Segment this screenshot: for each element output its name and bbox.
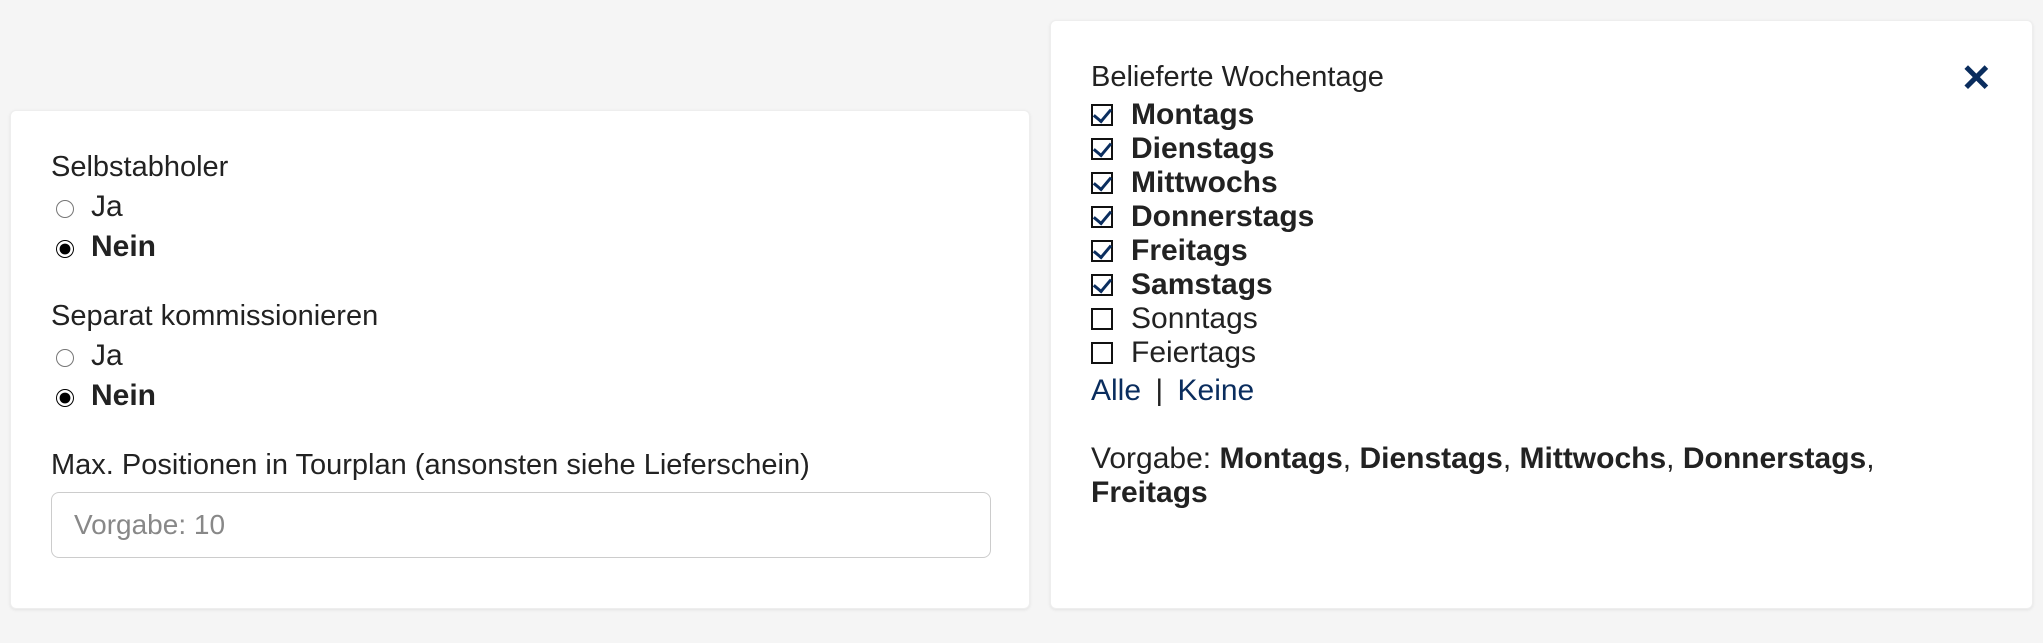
delivery-days-card: Belieferte Wochentage Montags Dienstags Mi… [1050,20,2033,609]
selbstabholer-no-label: Nein [91,230,156,264]
separat-yes-label: Ja [91,339,123,373]
selbstabholer-yes-radio[interactable] [56,200,74,218]
separat-no-row[interactable]: Nein [51,379,989,413]
days-list: Montags Dienstags Mittwochs Donnerstags Frei… [1091,100,1992,368]
maxpos-label: Max. Positionen in Tourplan (ansonsten s… [51,449,989,482]
day-label: Samstags [1131,270,1273,300]
day-label: Montags [1131,100,1254,130]
day-checkbox[interactable] [1091,240,1113,262]
day-row[interactable]: Freitags [1091,236,1992,266]
day-row[interactable]: Montags [1091,100,1992,130]
maxpos-input[interactable] [51,492,991,558]
selbstabholer-no-radio[interactable] [56,240,74,258]
day-checkbox[interactable] [1091,274,1113,296]
day-row[interactable]: Feiertags [1091,338,1992,368]
separat-yes-radio[interactable] [56,349,74,367]
select-links: Alle | Keine [1091,374,1992,408]
day-checkbox[interactable] [1091,342,1113,364]
day-checkbox[interactable] [1091,172,1113,194]
day-checkbox[interactable] [1091,138,1113,160]
select-all-link[interactable]: Alle [1091,374,1141,407]
defaults-line: Vorgabe: Montags, Dienstags, Mittwochs, … [1091,442,1992,510]
day-row[interactable]: Sonntags [1091,304,1992,334]
delivery-days-title: Belieferte Wochentage [1091,61,1992,94]
selbstabholer-yes-row[interactable]: Ja [51,190,989,224]
select-none-link[interactable]: Keine [1178,374,1255,407]
day-label: Sonntags [1131,304,1258,334]
day-label: Dienstags [1131,134,1274,164]
settings-card-tour: Selbstabholer Ja Nein Separat kommission… [10,110,1030,609]
day-row[interactable]: Dienstags [1091,134,1992,164]
day-label: Donnerstags [1131,202,1314,232]
link-separator: | [1155,374,1163,407]
day-row[interactable]: Donnerstags [1091,202,1992,232]
separat-no-radio[interactable] [56,389,74,407]
separat-no-label: Nein [91,379,156,413]
selbstabholer-yes-label: Ja [91,190,123,224]
day-checkbox[interactable] [1091,308,1113,330]
day-checkbox[interactable] [1091,206,1113,228]
day-row[interactable]: Mittwochs [1091,168,1992,198]
separat-yes-row[interactable]: Ja [51,339,989,373]
selbstabholer-label: Selbstabholer [51,151,989,184]
day-label: Mittwochs [1131,168,1278,198]
day-label: Freitags [1131,236,1248,266]
day-label: Feiertags [1131,338,1256,368]
day-row[interactable]: Samstags [1091,270,1992,300]
day-checkbox[interactable] [1091,104,1113,126]
close-icon[interactable] [1962,63,1992,93]
separat-label: Separat kommissionieren [51,300,989,333]
selbstabholer-no-row[interactable]: Nein [51,230,989,264]
